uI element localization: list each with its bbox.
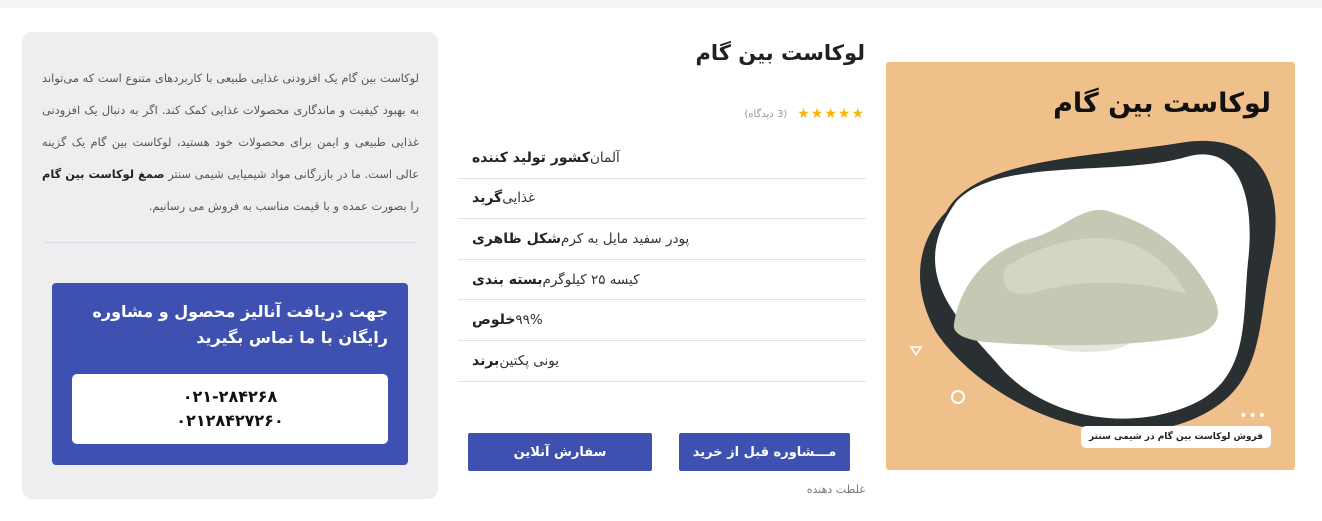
spec-value: آلمان bbox=[590, 149, 620, 166]
star-rating-icon: ★★★★★ bbox=[797, 106, 865, 122]
decor-circle bbox=[951, 390, 965, 404]
spec-row-grade: گرید غذایی bbox=[458, 179, 866, 220]
image-caption: فروش لوکاست بین گام در شیمی سنتر bbox=[1081, 426, 1271, 448]
spec-value: پودر سفید مایل به کرم bbox=[560, 230, 690, 247]
spec-label: بسته بندی bbox=[472, 271, 543, 288]
product-image-art bbox=[909, 140, 1276, 432]
product-page: لوکاست بین گام یک افزودنی غذایی طبیعی با… bbox=[0, 8, 1322, 521]
phone-number-2[interactable]: ۰۲۱۲۸۴۲۷۲۶۰ bbox=[176, 409, 283, 433]
spec-value: غذایی bbox=[502, 190, 536, 207]
contact-box: جهت دریافت آنالیز محصول و مشاوره رایگان … bbox=[52, 283, 408, 465]
divider bbox=[44, 242, 417, 243]
spec-value: یونی پکتین bbox=[499, 352, 559, 369]
dots-icon: ••• bbox=[1239, 408, 1267, 424]
spec-row-appearance: شکل ظاهری پودر سفید مایل به کرم bbox=[458, 219, 866, 260]
product-title: لوکاست بین گام bbox=[695, 41, 866, 65]
spec-row-packaging: بسته بندی کیسه ۲۵ کیلوگرم bbox=[458, 260, 866, 301]
phone-card: ۰۲۱-۲۸۴۲۶۸ ۰۲۱۲۸۴۲۷۲۶۰ bbox=[72, 374, 388, 444]
description-highlight: صمغ لوکاست بین گام bbox=[42, 167, 165, 181]
spec-table: کشور تولید کننده آلمان گرید غذایی شکل ظا… bbox=[458, 138, 866, 382]
category-link[interactable]: غلطت دهنده bbox=[807, 483, 865, 496]
consult-before-purchase-button[interactable]: مـــشاوره قبل از خرید bbox=[679, 433, 850, 471]
decor-triangle bbox=[909, 346, 923, 357]
contact-title: جهت دریافت آنالیز محصول و مشاوره رایگان … bbox=[92, 302, 388, 347]
image-title: لوکاست بین گام bbox=[1053, 88, 1271, 119]
product-info-panel: لوکاست بین گام یک افزودنی غذایی طبیعی با… bbox=[22, 32, 438, 499]
product-rating: ★★★★★ (3 دیدگاه) bbox=[744, 106, 865, 122]
product-description: لوکاست بین گام یک افزودنی غذایی طبیعی با… bbox=[42, 71, 419, 213]
spec-value: ۹۹% bbox=[515, 312, 543, 329]
spec-row-purity: خلوص ۹۹% bbox=[458, 300, 866, 341]
spec-label: خلوص bbox=[472, 312, 516, 329]
spec-row-brand: برند یونی پکتین bbox=[458, 341, 866, 382]
spec-label: کشور تولید کننده bbox=[472, 149, 590, 166]
spec-row-country: کشور تولید کننده آلمان bbox=[458, 138, 866, 179]
spec-label: شکل ظاهری bbox=[472, 230, 561, 247]
spec-label: گرید bbox=[472, 190, 503, 207]
review-count-link[interactable]: (3 دیدگاه) bbox=[744, 109, 787, 120]
spec-label: برند bbox=[472, 352, 500, 369]
phone-number-1[interactable]: ۰۲۱-۲۸۴۲۶۸ bbox=[183, 385, 278, 409]
product-image[interactable]: لوکاست بین گام ••• فروش لوکاست بین گام د… bbox=[886, 62, 1295, 470]
order-online-button[interactable]: سفارش آنلاین bbox=[468, 433, 652, 471]
spec-value: کیسه ۲۵ کیلوگرم bbox=[542, 271, 640, 288]
